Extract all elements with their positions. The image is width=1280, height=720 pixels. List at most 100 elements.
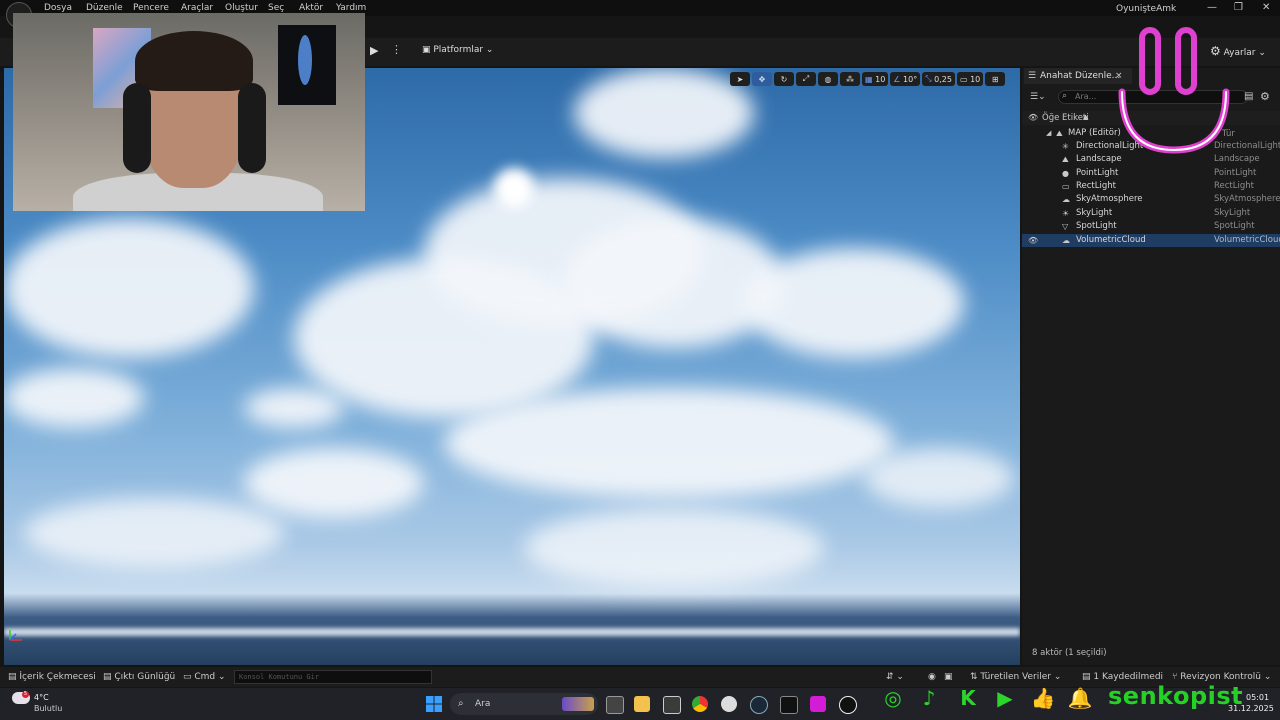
world-space-icon[interactable]: ◍ (818, 72, 838, 86)
search-highlight-icon (562, 697, 594, 711)
outliner-search-placeholder: Ara... (1075, 92, 1097, 101)
obs-icon[interactable] (721, 696, 737, 712)
camera-speed-value: 10 (970, 74, 981, 84)
weather-temperature: 4°C (34, 693, 49, 702)
play-icon[interactable]: ▶ (370, 44, 382, 57)
clock-date: 31.12.2025 (1228, 704, 1274, 713)
smiley-overlay-icon (1118, 27, 1230, 154)
youtube-icon: ▶ (997, 686, 1013, 710)
scale-snap-button[interactable]: ⤡ 0,25 (922, 72, 955, 86)
menu-item-tools[interactable]: Araçlar (181, 3, 213, 13)
epic-games-icon[interactable] (780, 696, 798, 714)
save-icon: ▤ (1082, 672, 1094, 682)
output-log-button[interactable]: ▤ Çıktı Günlüğü (103, 672, 175, 682)
gear-icon[interactable]: ⚙ (1260, 90, 1270, 103)
chevron-down-icon: ⌄ (1261, 672, 1272, 682)
output-log-icon: ▤ (103, 672, 115, 682)
file-explorer-icon[interactable] (634, 696, 650, 712)
chevron-down-icon: ⌄ (215, 672, 226, 682)
screenshot-icon[interactable]: ▣ (944, 672, 953, 682)
tree-row-selected[interactable]: 👁 ☁ VolumetricCloud VolumetricCloud (1022, 234, 1280, 247)
cloud (24, 498, 284, 568)
select-tool-icon[interactable]: ➤ (730, 72, 750, 86)
console-command-input[interactable]: Konsol Komutunu Gir (234, 670, 432, 684)
camera-speed-button[interactable]: ▭ 10 (956, 72, 984, 86)
tree-row-type: RectLight (1214, 181, 1254, 191)
sun (494, 168, 534, 208)
visibility-icon[interactable]: 👁 (1028, 234, 1038, 247)
rotation-snap-button[interactable]: ∠ 10° (890, 72, 921, 86)
revision-control-button[interactable]: ⑂ Revizyon Kontrolü ⌄ (1172, 672, 1271, 682)
search-icon: ⌕ (1062, 91, 1068, 101)
menu-item-file[interactable]: Dosya (44, 3, 72, 13)
close-window-button[interactable]: ✕ (1262, 2, 1270, 13)
outliner-tab-label: Anahat Düzenle... (1040, 71, 1121, 81)
instagram-icon: ◎ (884, 686, 902, 710)
store-icon[interactable] (663, 696, 681, 714)
platforms-button[interactable]: ▣ Platformlar ⌄ (422, 45, 493, 55)
content-drawer-button[interactable]: ▤ İçerik Çekmecesi (8, 672, 96, 682)
tree-row[interactable]: ☁ SkyAtmosphere SkyAtmosphere (1022, 193, 1280, 206)
scale-tool-icon[interactable]: ⤢ (796, 72, 816, 86)
rotation-snap-value: 10° (903, 74, 918, 84)
thumbs-up-icon: 👍 (1030, 686, 1056, 710)
derived-data-button[interactable]: ⇅ Türetilen Veriler ⌄ (970, 672, 1061, 682)
derived-data-icon: ⇅ (970, 672, 981, 682)
output-log-label: Çıktı Günlüğü (114, 672, 176, 682)
platforms-label: Platformlar (433, 45, 484, 55)
task-view-icon[interactable] (606, 696, 624, 714)
menu-item-edit[interactable]: Düzenle (86, 3, 123, 13)
tree-row[interactable]: ▽ SpotLight SpotLight (1022, 220, 1280, 233)
steam-icon[interactable] (750, 696, 768, 714)
notification-badge: 5 (22, 691, 29, 698)
tree-row[interactable]: ▭ RectLight RectLight (1022, 180, 1280, 193)
tree-row[interactable]: ☀ SkyLight SkyLight (1022, 207, 1280, 220)
menu-item-help[interactable]: Yardım (336, 3, 366, 13)
tree-row[interactable]: ● PointLight PointLight (1022, 167, 1280, 180)
rotate-tool-icon[interactable]: ↻ (774, 72, 794, 86)
cloud (444, 388, 894, 498)
revision-control-label: Revizyon Kontrolü (1180, 672, 1262, 682)
expand-arrow-icon[interactable]: ◢ (1046, 127, 1051, 140)
tree-row-type: SkyLight (1214, 208, 1251, 218)
menu-item-window[interactable]: Pencere (133, 3, 169, 13)
landscape-icon: ⛰ (1062, 155, 1069, 164)
directional-light-icon: ✳ (1062, 142, 1069, 151)
bell-icon: 🔔 (1067, 686, 1093, 710)
minimize-button[interactable]: — (1207, 2, 1217, 13)
grid-snap-value: 10 (875, 74, 886, 84)
folder-add-icon[interactable]: ▤ (1244, 91, 1253, 102)
cloud (4, 368, 144, 428)
unsaved-label: 1 Kaydedilmedi (1093, 672, 1164, 682)
grid-snap-button[interactable]: ▦ 10 (862, 72, 889, 86)
visibility-icon[interactable]: 👁 (1028, 113, 1038, 122)
unreal-engine-icon[interactable] (839, 696, 857, 714)
windows-start-icon[interactable] (426, 696, 442, 712)
layout-icon[interactable]: ⊞ (985, 72, 1006, 86)
menu-item-actor[interactable]: Aktör (299, 3, 323, 13)
camera-bookmark-icon[interactable]: ◉ (928, 672, 936, 682)
chrome-icon[interactable] (692, 696, 708, 712)
menu-item-create[interactable]: Oluştur (225, 3, 258, 13)
menu-item-select[interactable]: Seç (268, 3, 284, 13)
app-icon[interactable] (810, 696, 826, 712)
outliner-icon: ☰ (1028, 71, 1037, 81)
cloud (744, 248, 964, 358)
headphone-right (238, 83, 266, 173)
camera-icon: ▭ (959, 74, 968, 84)
point-light-icon: ● (1062, 169, 1069, 178)
more-options-icon[interactable]: ⋮ (391, 43, 402, 56)
unsaved-button[interactable]: ▤ 1 Kaydedilmedi (1082, 672, 1163, 682)
translate-tool-icon[interactable]: ✥ (752, 72, 772, 86)
column-label[interactable]: Öğe Etiketi (1042, 113, 1089, 123)
scale-snap-value: 0,25 (934, 74, 952, 84)
maximize-button[interactable]: ❐ (1234, 2, 1243, 13)
streamer-brand: senkopist (1108, 682, 1244, 710)
parrot (298, 35, 312, 85)
cmd-dropdown[interactable]: ▭ Cmd ⌄ (183, 672, 226, 682)
console-command-placeholder: Konsol Komutunu Gir (239, 673, 320, 681)
surface-snap-icon[interactable]: ⁂ (840, 72, 860, 86)
filter-icon[interactable]: ☰⌄ (1030, 92, 1046, 102)
angle-icon: ∠ (893, 74, 901, 84)
transform-icon[interactable]: ⇵ ⌄ (886, 672, 904, 682)
